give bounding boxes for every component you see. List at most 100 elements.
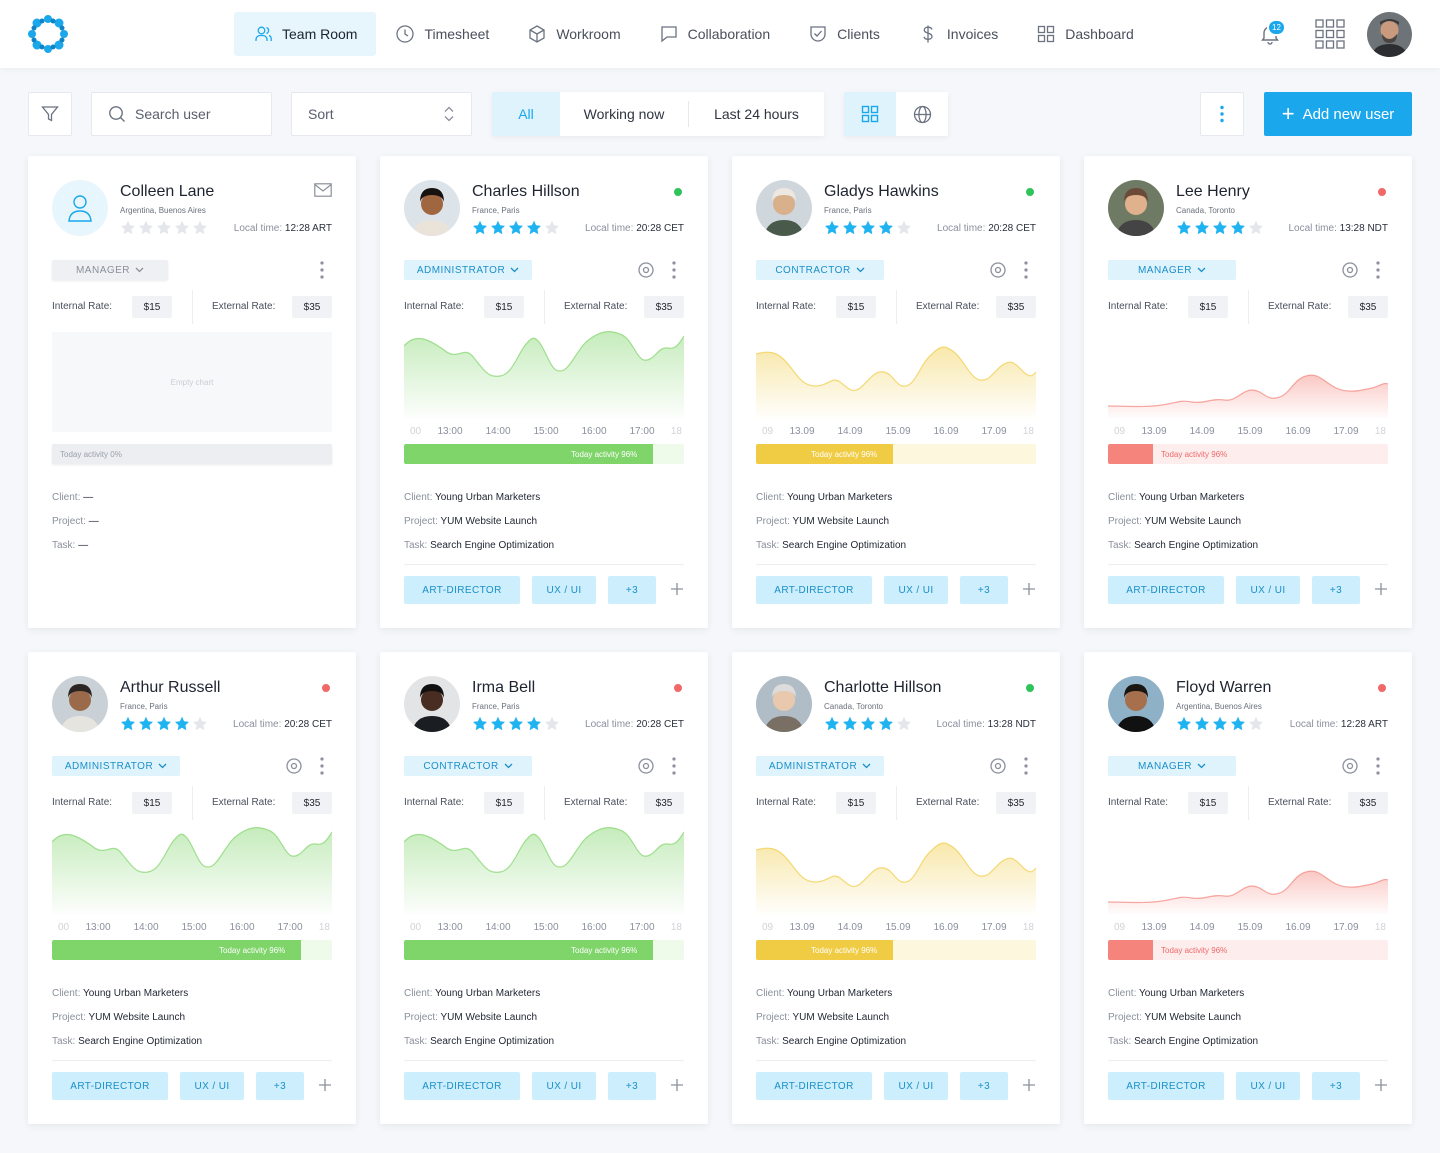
role-dropdown[interactable]: ADMINISTRATOR <box>404 260 532 280</box>
avatar[interactable] <box>1108 180 1164 236</box>
settings-icon[interactable] <box>990 758 1006 774</box>
skill-tag[interactable]: ART-DIRECTOR <box>404 576 520 604</box>
skill-tag[interactable]: ART-DIRECTOR <box>404 1072 520 1100</box>
settings-icon[interactable] <box>1342 758 1358 774</box>
tab-last-24-hours[interactable]: Last 24 hours <box>689 92 824 136</box>
skill-tag[interactable]: +3 <box>256 1072 304 1100</box>
role-dropdown[interactable]: MANAGER <box>1108 260 1236 280</box>
settings-icon[interactable] <box>286 758 302 774</box>
card-menu-icon[interactable] <box>320 756 324 776</box>
card-menu-icon[interactable] <box>1376 260 1380 280</box>
tab-all[interactable]: All <box>492 92 560 136</box>
user-avatar[interactable] <box>1367 12 1412 57</box>
user-name[interactable]: Colleen Lane <box>120 183 214 201</box>
skill-tag[interactable]: +3 <box>960 576 1008 604</box>
settings-icon[interactable] <box>638 758 654 774</box>
user-name[interactable]: Gladys Hawkins <box>824 183 939 201</box>
avatar[interactable] <box>404 676 460 732</box>
skill-tag[interactable]: ART-DIRECTOR <box>1108 576 1224 604</box>
add-tag-icon[interactable] <box>318 1078 332 1092</box>
user-card[interactable]: Colleen Lane Argentina, Buenos Aires Local… <box>28 156 356 628</box>
card-menu-icon[interactable] <box>320 260 324 280</box>
skill-tag[interactable]: UX / UI <box>532 576 596 604</box>
card-menu-icon[interactable] <box>672 756 676 776</box>
tab-working-now[interactable]: Working now <box>560 92 688 136</box>
user-card[interactable]: Charles Hillson France, Paris Local time: … <box>380 156 708 628</box>
nav-item-clients[interactable]: Clients <box>789 12 899 56</box>
skill-tag[interactable]: +3 <box>608 1072 656 1100</box>
user-name[interactable]: Floyd Warren <box>1176 679 1271 697</box>
add-tag-icon[interactable] <box>670 582 684 596</box>
filter-button[interactable] <box>28 92 72 136</box>
user-name[interactable]: Irma Bell <box>472 679 535 697</box>
avatar[interactable] <box>756 180 812 236</box>
add-tag-icon[interactable] <box>1374 582 1388 596</box>
add-tag-icon[interactable] <box>670 1078 684 1092</box>
avatar-placeholder[interactable] <box>52 180 108 236</box>
user-card[interactable]: Lee Henry Canada, Toronto Local time: 13:2… <box>1084 156 1412 628</box>
user-card[interactable]: Gladys Hawkins France, Paris Local time: 2… <box>732 156 1060 628</box>
chevron-down-icon <box>158 763 167 769</box>
skill-tag[interactable]: UX / UI <box>532 1072 596 1100</box>
add-tag-icon[interactable] <box>1374 1078 1388 1092</box>
skill-tag[interactable]: ART-DIRECTOR <box>756 1072 872 1100</box>
card-menu-icon[interactable] <box>1376 756 1380 776</box>
nav-item-team-room[interactable]: Team Room <box>234 12 377 56</box>
nav-item-workroom[interactable]: Workroom <box>508 12 639 56</box>
skill-tag[interactable]: UX / UI <box>884 576 948 604</box>
user-card[interactable]: Charlotte Hillson Canada, Toronto Local ti… <box>732 652 1060 1124</box>
settings-icon[interactable] <box>1342 262 1358 278</box>
avatar[interactable] <box>756 676 812 732</box>
user-name[interactable]: Lee Henry <box>1176 183 1250 201</box>
local-time-label: Local time: <box>937 223 986 234</box>
more-options-button[interactable] <box>1200 92 1244 136</box>
role-dropdown[interactable]: ADMINISTRATOR <box>52 756 180 776</box>
user-card[interactable]: Irma Bell France, Paris Local time: 20:28 … <box>380 652 708 1124</box>
skill-tag[interactable]: ART-DIRECTOR <box>1108 1072 1224 1100</box>
add-tag-icon[interactable] <box>1022 1078 1036 1092</box>
avatar[interactable] <box>1108 676 1164 732</box>
skill-tag[interactable]: +3 <box>608 576 656 604</box>
skill-tag[interactable]: UX / UI <box>1236 576 1300 604</box>
globe-view-button[interactable] <box>896 92 948 136</box>
role-dropdown[interactable]: MANAGER <box>1108 756 1236 776</box>
skill-tag[interactable]: +3 <box>960 1072 1008 1100</box>
card-menu-icon[interactable] <box>1024 260 1028 280</box>
skill-tag[interactable]: +3 <box>1312 1072 1360 1100</box>
skill-tag[interactable]: ART-DIRECTOR <box>756 576 872 604</box>
user-card[interactable]: Floyd Warren Argentina, Buenos Aires Local… <box>1084 652 1412 1124</box>
skill-tag[interactable]: UX / UI <box>1236 1072 1300 1100</box>
search-input[interactable] <box>135 106 245 122</box>
nav-item-invoices[interactable]: Invoices <box>899 12 1017 56</box>
skill-tag[interactable]: UX / UI <box>884 1072 948 1100</box>
nav-item-dashboard[interactable]: Dashboard <box>1017 12 1153 56</box>
user-name[interactable]: Charlotte Hillson <box>824 679 941 697</box>
role-dropdown[interactable]: MANAGER <box>52 260 168 280</box>
nav-item-timesheet[interactable]: Timesheet <box>376 12 508 56</box>
chart-tick-label: 14:00 <box>133 922 158 933</box>
user-card[interactable]: Arthur Russell France, Paris Local time: 2… <box>28 652 356 1124</box>
notification-badge[interactable]: 12 <box>1267 19 1286 36</box>
role-dropdown[interactable]: ADMINISTRATOR <box>756 756 884 776</box>
role-dropdown[interactable]: CONTRACTOR <box>404 756 532 776</box>
mail-icon[interactable] <box>314 183 332 197</box>
sort-dropdown[interactable]: Sort <box>291 92 472 136</box>
add-new-user-button[interactable]: + Add new user <box>1264 92 1412 136</box>
avatar[interactable] <box>52 676 108 732</box>
user-name[interactable]: Charles Hillson <box>472 183 580 201</box>
skill-tag[interactable]: UX / UI <box>180 1072 244 1100</box>
avatar[interactable] <box>404 180 460 236</box>
settings-icon[interactable] <box>990 262 1006 278</box>
role-dropdown[interactable]: CONTRACTOR <box>756 260 884 280</box>
skill-tag[interactable]: +3 <box>1312 576 1360 604</box>
add-tag-icon[interactable] <box>1022 582 1036 596</box>
user-name[interactable]: Arthur Russell <box>120 679 220 697</box>
grid-view-button[interactable] <box>844 92 896 136</box>
skill-tag[interactable]: ART-DIRECTOR <box>52 1072 168 1100</box>
card-menu-icon[interactable] <box>672 260 676 280</box>
nav-item-collaboration[interactable]: Collaboration <box>640 12 790 56</box>
settings-icon[interactable] <box>638 262 654 278</box>
card-menu-icon[interactable] <box>1024 756 1028 776</box>
apps-grid-icon[interactable] <box>1315 19 1345 49</box>
logo-icon[interactable] <box>28 15 68 53</box>
